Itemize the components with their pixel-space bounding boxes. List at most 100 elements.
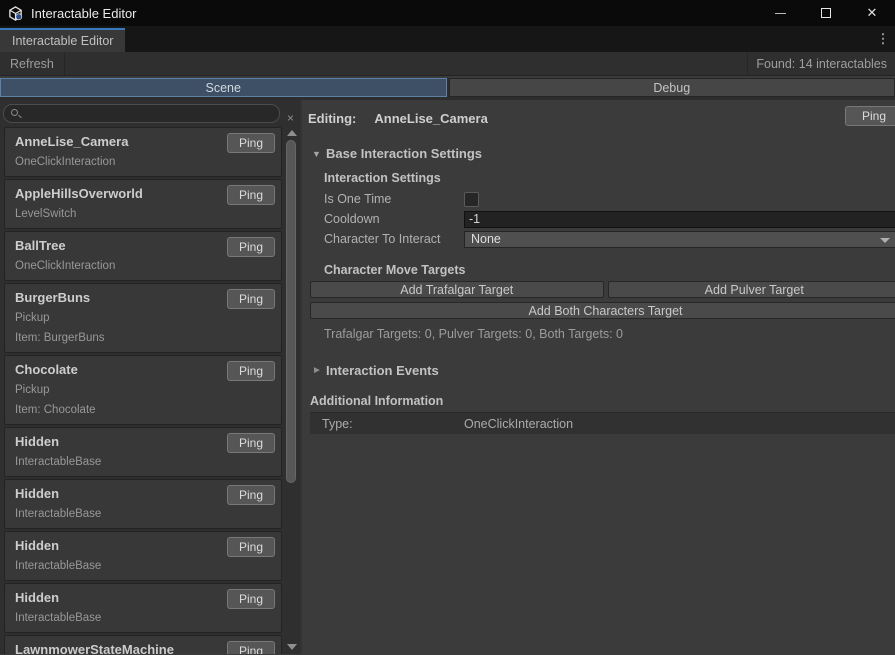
character-to-interact-label: Character To Interact <box>324 232 464 246</box>
add-both-button-row: Add Both Characters Target <box>310 302 895 319</box>
refresh-label: Refresh <box>10 57 54 71</box>
search-clear-button[interactable]: × <box>283 110 298 126</box>
list-item[interactable]: LawnmowerStateMachinePingOneClickInterac… <box>4 635 282 654</box>
ping-button[interactable]: Ping <box>227 185 275 205</box>
maximize-button[interactable] <box>803 0 849 26</box>
tab-interactable-editor[interactable]: Interactable Editor <box>0 28 125 52</box>
list-scrollbar[interactable] <box>284 127 299 654</box>
ping-button[interactable]: Ping <box>227 589 275 609</box>
foldout-label: Interaction Events <box>326 363 439 378</box>
character-to-interact-row: Character To Interact None <box>324 229 895 249</box>
interaction-events-foldout[interactable]: ► Interaction Events <box>312 363 895 378</box>
interaction-settings-header: Interaction Settings <box>324 171 895 185</box>
additional-information-header: Additional Information <box>310 394 895 408</box>
list-item[interactable]: AnneLise_CameraPingOneClickInteraction <box>4 127 282 177</box>
dropdown-value: None <box>471 232 501 246</box>
base-interaction-settings-foldout[interactable]: ▼ Base Interaction Settings <box>312 146 895 161</box>
list-item[interactable]: BallTreePingOneClickInteraction <box>4 231 282 281</box>
scrollbar-thumb[interactable] <box>286 140 296 483</box>
tab-scene-label: Scene <box>206 81 241 95</box>
is-one-time-checkbox[interactable] <box>464 192 479 207</box>
list-item-subtitle: Pickup <box>15 380 273 400</box>
list-item-subtitle: OneClickInteraction <box>15 256 273 276</box>
found-count-label: Found: 14 interactables <box>756 57 887 71</box>
titlebar: Interactable Editor ✕ <box>0 0 895 26</box>
close-icon: ✕ <box>867 5 878 21</box>
kebab-menu-icon[interactable]: ⋮ <box>875 30 891 48</box>
scroll-up-icon[interactable] <box>287 130 297 136</box>
interactable-list-panel: × AnneLise_CameraPingOneClickInteraction… <box>0 100 302 654</box>
ping-button[interactable]: Ping <box>227 237 275 257</box>
scroll-down-icon[interactable] <box>287 644 297 650</box>
list-item[interactable]: HiddenPingInteractableBase <box>4 479 282 529</box>
interactable-editor-window: Interactable Editor ✕ Interactable Edito… <box>0 0 895 655</box>
add-both-characters-target-button[interactable]: Add Both Characters Target <box>310 302 895 319</box>
character-move-targets-header: Character Move Targets <box>324 263 895 277</box>
list-item[interactable]: HiddenPingInteractableBase <box>4 531 282 581</box>
tab-debug-label: Debug <box>653 81 690 95</box>
targets-stats-text: Trafalgar Targets: 0, Pulver Targets: 0,… <box>324 327 895 341</box>
minimize-button[interactable] <box>757 0 803 26</box>
list-item-subtitle: Item: Chocolate <box>15 400 273 420</box>
interactable-list: AnneLise_CameraPingOneClickInteractionAp… <box>0 127 282 654</box>
editor-tabbar: Interactable Editor ⋮ <box>0 26 895 52</box>
list-item[interactable]: AppleHillsOverworldPingLevelSwitch <box>4 179 282 229</box>
search-input[interactable] <box>22 105 272 122</box>
list-item-subtitle: InteractableBase <box>15 452 273 472</box>
list-item-subtitle: Item: BurgerBuns <box>15 328 273 348</box>
maximize-icon <box>821 8 831 18</box>
add-pulver-target-button[interactable]: Add Pulver Target <box>608 281 895 298</box>
list-item[interactable]: BurgerBunsPingPickupItem: BurgerBuns <box>4 283 282 353</box>
is-one-time-row: Is One Time <box>324 189 895 209</box>
foldout-label: Base Interaction Settings <box>326 146 482 161</box>
ping-button[interactable]: Ping <box>227 361 275 381</box>
character-to-interact-dropdown[interactable]: None <box>464 231 895 248</box>
toolbar: Refresh Found: 14 interactables <box>0 52 895 76</box>
view-tabs: Scene Debug <box>0 78 895 100</box>
ping-button[interactable]: Ping <box>227 537 275 557</box>
ping-button[interactable]: Ping <box>227 433 275 453</box>
cooldown-label: Cooldown <box>324 212 464 226</box>
type-row: Type: OneClickInteraction <box>310 412 895 434</box>
main-content: × AnneLise_CameraPingOneClickInteraction… <box>0 100 895 654</box>
cooldown-field[interactable]: -1 <box>464 211 895 228</box>
doc-tab-label: Interactable Editor <box>12 34 113 48</box>
ping-button[interactable]: Ping <box>227 133 275 153</box>
chevron-down-icon <box>880 238 890 243</box>
window-title: Interactable Editor <box>31 6 137 21</box>
add-target-buttons-row: Add Trafalgar Target Add Pulver Target <box>310 281 895 298</box>
foldout-collapsed-icon: ► <box>312 365 326 376</box>
list-item[interactable]: HiddenPingInteractableBase <box>4 427 282 477</box>
editing-target-name: AnneLise_Camera <box>374 111 487 126</box>
type-label: Type: <box>322 417 464 431</box>
minimize-icon <box>775 13 786 14</box>
search-row <box>0 100 300 127</box>
is-one-time-label: Is One Time <box>324 192 464 206</box>
tab-debug[interactable]: Debug <box>449 78 895 97</box>
list-item-subtitle: InteractableBase <box>15 556 273 576</box>
list-item[interactable]: HiddenPingInteractableBase <box>4 583 282 633</box>
ping-button[interactable]: Ping <box>227 485 275 505</box>
ping-button[interactable]: Ping <box>227 641 275 654</box>
ping-button[interactable]: Ping <box>845 106 895 126</box>
package-cube-icon <box>8 6 23 21</box>
search-icon <box>11 109 18 116</box>
found-count: Found: 14 interactables <box>747 52 895 75</box>
list-item[interactable]: ChocolatePingPickupItem: Chocolate <box>4 355 282 425</box>
list-item-subtitle: OneClickInteraction <box>15 152 273 172</box>
cooldown-row: Cooldown -1 <box>324 209 895 229</box>
ping-button[interactable]: Ping <box>227 289 275 309</box>
list-item-subtitle: Pickup <box>15 308 273 328</box>
close-button[interactable]: ✕ <box>849 0 895 26</box>
refresh-button[interactable]: Refresh <box>0 52 65 75</box>
list-item-subtitle: LevelSwitch <box>15 204 273 224</box>
list-item-subtitle: InteractableBase <box>15 504 273 524</box>
tab-scene[interactable]: Scene <box>0 78 447 97</box>
list-item-subtitle: InteractableBase <box>15 608 273 628</box>
add-trafalgar-target-button[interactable]: Add Trafalgar Target <box>310 281 604 298</box>
search-box[interactable] <box>3 104 280 123</box>
foldout-expanded-icon: ▼ <box>312 149 326 159</box>
inspector-panel: Editing: AnneLise_Camera Ping ▼ Base Int… <box>302 100 895 654</box>
type-value: OneClickInteraction <box>464 417 573 431</box>
editing-row: Editing: AnneLise_Camera Ping <box>308 106 895 130</box>
